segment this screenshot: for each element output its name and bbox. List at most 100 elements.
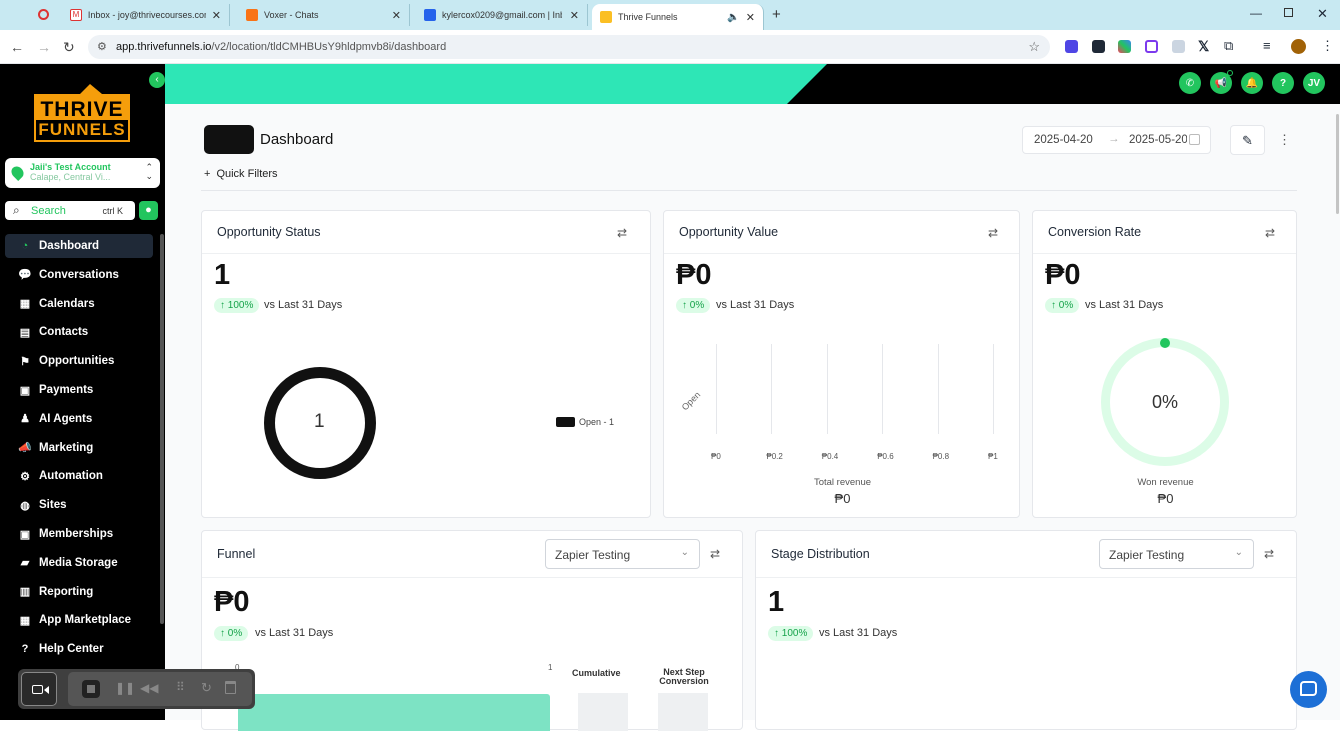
edit-dashboard-button[interactable]: ✎	[1230, 125, 1265, 155]
account-switcher[interactable]: Jaii's Test Account Calape, Central Vi..…	[5, 158, 160, 188]
stop-square	[87, 685, 95, 693]
minimize-icon[interactable]: —	[1250, 6, 1262, 20]
drag-handle-icon[interactable]: ⠿	[176, 680, 185, 694]
more-options-icon[interactable]: ⋮	[1278, 132, 1291, 148]
sidebar-item-memberships[interactable]: ▣ Memberships	[5, 522, 153, 546]
account-location: Calape, Central Vi...	[30, 172, 111, 182]
tab-gmail[interactable]: M Inbox - joy@thrivecourses.com - I ✕	[62, 4, 230, 26]
thrive-funnels-logo: THRIVE FUNNELS	[32, 84, 132, 144]
sidebar-item-calendars[interactable]: ▦ Calendars	[5, 292, 153, 316]
stage-select[interactable]: Zapier Testing ⌄	[1099, 539, 1254, 569]
close-icon[interactable]: ✕	[746, 11, 755, 24]
outlook-icon	[424, 9, 436, 21]
sidebar-item-contacts[interactable]: ▤ Contacts	[5, 320, 153, 344]
chat-widget-button[interactable]	[1290, 671, 1327, 708]
sidebar-item-conversations[interactable]: 💬 Conversations	[5, 263, 153, 287]
sidebar-item-marketing[interactable]: 📣 Marketing	[5, 436, 153, 460]
change-badge: ↑ 100%	[768, 626, 814, 641]
x-tick-label: ₱0.2	[766, 452, 783, 461]
y-category-label: Open	[679, 389, 703, 413]
restart-icon[interactable]: ↻	[201, 680, 212, 696]
new-tab-icon[interactable]: +	[772, 6, 781, 23]
grid-line	[826, 344, 828, 434]
settings-sliders-icon[interactable]: ⇄	[617, 226, 627, 240]
x-extension-icon[interactable]: 𝕏	[1198, 38, 1209, 55]
card-title: Funnel	[217, 547, 256, 561]
sidebar-item-payments[interactable]: ▣ Payments	[5, 378, 153, 402]
close-window-icon[interactable]: ✕	[1317, 6, 1328, 22]
tab-thrive-funnels[interactable]: Thrive Funnels 🔈 ✕	[592, 4, 764, 30]
sidebar-item-sites[interactable]: ◍ Sites	[5, 493, 153, 517]
main-scrollbar[interactable]	[1336, 114, 1339, 214]
comparison-label: vs Last 31 Days	[264, 299, 343, 311]
sidebar-item-automation[interactable]: ⚙ Automation	[5, 464, 153, 488]
sidebar-item-media-storage[interactable]: ▰ Media Storage	[5, 551, 153, 575]
date-from[interactable]: 2025-04-20	[1034, 134, 1093, 146]
collapse-sidebar-icon[interactable]: ‹	[149, 72, 165, 88]
sidebar-item-dashboard[interactable]: ◔ Dashboard	[5, 234, 153, 258]
notification-dot	[1227, 70, 1233, 76]
help-icon[interactable]: ?	[1272, 72, 1294, 94]
metric-value: ₱0	[214, 586, 250, 618]
sidebar-item-reporting[interactable]: ▥ Reporting	[5, 580, 153, 604]
settings-sliders-icon[interactable]: ⇄	[710, 547, 720, 561]
media-control-icon[interactable]: ≡	[1263, 38, 1271, 53]
chat-icon: 💬	[18, 269, 32, 282]
user-quick-action-icon[interactable]: ●	[139, 201, 158, 220]
extension-4-icon[interactable]	[1145, 40, 1158, 53]
restore-icon[interactable]	[1284, 8, 1293, 17]
record-indicator-icon	[38, 9, 49, 20]
settings-sliders-icon[interactable]: ⇄	[1264, 547, 1274, 561]
avatar[interactable]: JV	[1303, 72, 1325, 94]
back-icon[interactable]: ←	[10, 39, 24, 55]
forward-icon[interactable]: →	[37, 39, 51, 55]
opportunity-status-card: Opportunity Status ⇄ 1 ↑ 100% vs Last 31…	[201, 210, 651, 518]
phone-icon[interactable]: ✆	[1179, 72, 1201, 94]
url-input[interactable]: ⚙ app.thrivefunnels.io/v2/location/tldCM…	[88, 35, 1050, 59]
reload-icon[interactable]: ↻	[63, 39, 75, 56]
sidebar-item-label: Calendars	[39, 297, 95, 310]
extension-2-icon[interactable]	[1092, 40, 1105, 53]
sidebar-item-help-center[interactable]: ? Help Center	[5, 637, 153, 661]
search-input[interactable]: ⌕ Search ctrl K	[5, 201, 135, 220]
camera-lens-icon	[44, 686, 49, 694]
browser-menu-icon[interactable]: ⋮	[1321, 38, 1334, 54]
close-icon[interactable]: ✕	[392, 9, 401, 22]
sidebar-scrollbar[interactable]	[160, 234, 164, 624]
bell-icon[interactable]: 🔔	[1241, 72, 1263, 94]
extension-5-icon[interactable]	[1172, 40, 1185, 53]
camera-button[interactable]	[21, 672, 57, 706]
funnel-select[interactable]: Zapier Testing ⌄	[545, 539, 700, 569]
search-shortcut: ctrl K	[102, 205, 123, 216]
tab-voxer[interactable]: Voxer - Chats ✕	[238, 4, 410, 26]
automation-icon: ⚙	[20, 470, 30, 483]
location-pin-icon	[9, 164, 26, 181]
sidebar-item-label: AI Agents	[39, 412, 93, 425]
rewind-icon[interactable]: ◀◀	[140, 681, 158, 695]
quick-filters-button[interactable]: + Quick Filters	[204, 168, 278, 180]
profile-avatar-icon[interactable]	[1291, 39, 1306, 54]
settings-sliders-icon[interactable]: ⇄	[1265, 226, 1275, 240]
site-info-icon[interactable]: ⚙	[97, 40, 107, 53]
sidebar-item-app-marketplace[interactable]: ▦ App Marketplace	[5, 608, 153, 632]
dashboard-icon: ◔	[21, 240, 29, 252]
extensions-puzzle-icon[interactable]: ⧉	[1224, 38, 1233, 54]
sidebar-item-ai-agents[interactable]: ♟ AI Agents	[5, 407, 153, 431]
bookmark-star-icon[interactable]: ☆	[1028, 39, 1040, 55]
trash-icon[interactable]	[225, 681, 236, 694]
extension-1-icon[interactable]	[1065, 40, 1078, 53]
legend-swatch	[556, 417, 575, 427]
sidebar-item-label: Sites	[39, 499, 67, 512]
tab-inbox[interactable]: kylercox0209@gmail.com | Inbox ✕	[416, 4, 588, 26]
settings-sliders-icon[interactable]: ⇄	[988, 226, 998, 240]
pause-icon[interactable]: ❚❚	[115, 681, 135, 695]
date-to[interactable]: 2025-05-20	[1129, 134, 1187, 146]
extension-3-icon[interactable]	[1118, 40, 1131, 53]
sidebar-item-opportunities[interactable]: ⚑ Opportunities	[5, 349, 153, 373]
date-range-picker[interactable]: 2025-04-20 → 2025-05-20	[1022, 126, 1211, 154]
ai-agent-icon: ♟	[20, 413, 30, 426]
close-icon[interactable]: ✕	[212, 9, 221, 22]
calendar-icon[interactable]	[1189, 134, 1200, 145]
close-icon[interactable]: ✕	[570, 9, 579, 22]
tab-label: Voxer - Chats	[264, 10, 319, 20]
